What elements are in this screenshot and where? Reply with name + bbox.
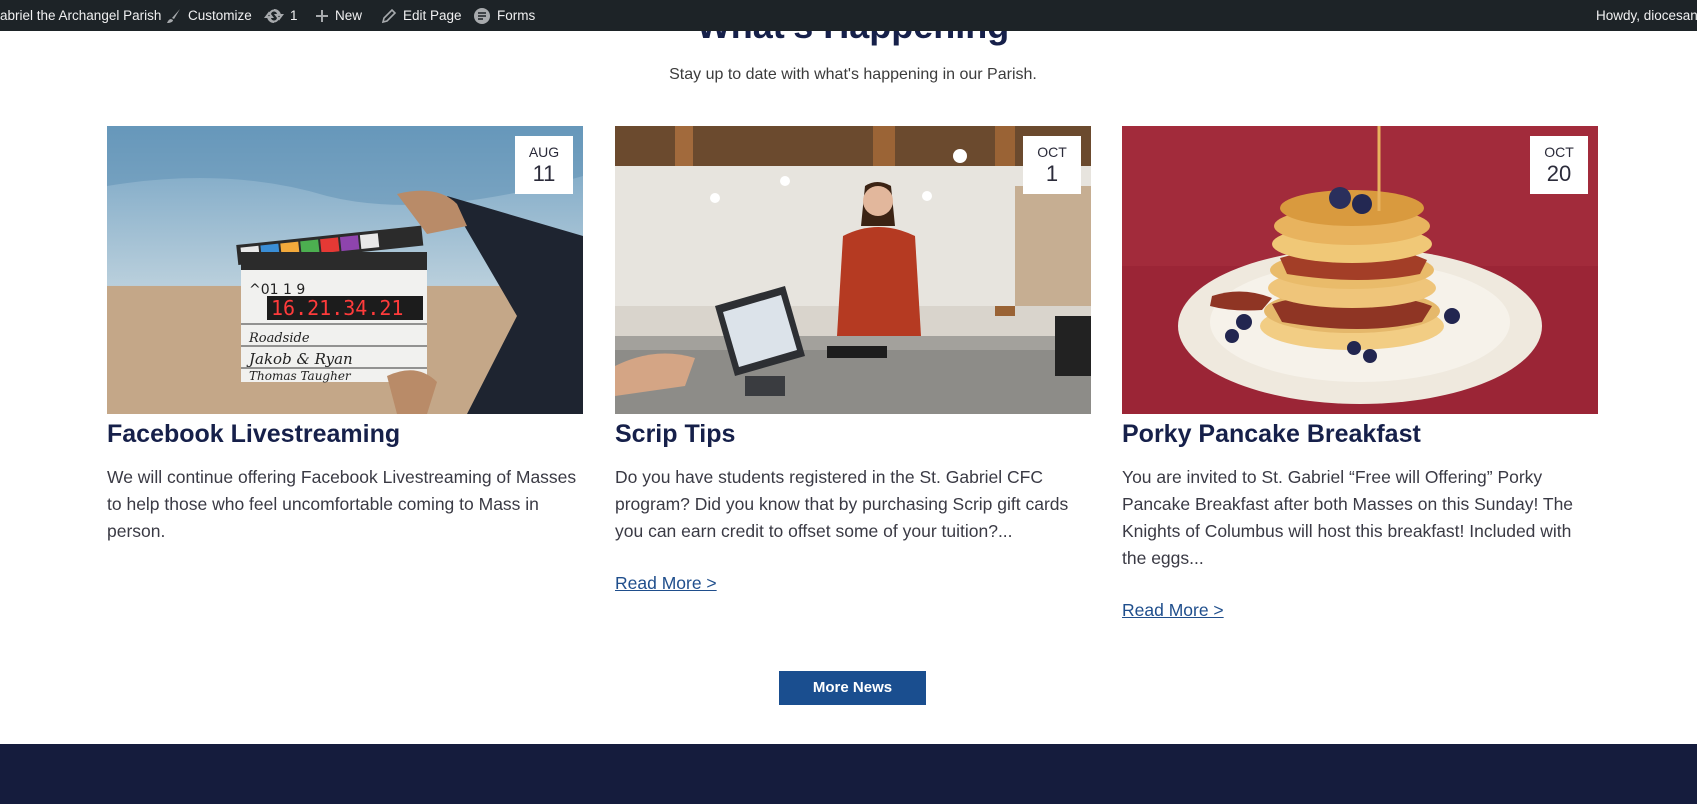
card-title[interactable]: Facebook Livestreaming: [107, 418, 583, 450]
customize-link[interactable]: Customize: [166, 0, 252, 31]
news-card: OCT 20 Porky Pancake Breakfast You are i…: [1122, 126, 1598, 621]
card-excerpt: We will continue offering Facebook Lives…: [107, 467, 577, 541]
howdy-label: Howdy, diocesan-: [1596, 8, 1697, 23]
clapperboard-image[interactable]: 16.21.34.21 ^01 1 9 Roadside Jakob & Rya…: [107, 126, 583, 414]
forms-icon: [473, 7, 491, 25]
updates-link[interactable]: 1: [264, 0, 298, 31]
my-account-link[interactable]: Howdy, diocesan-: [1596, 0, 1697, 31]
section-subtitle: Stay up to date with what's happening in…: [669, 66, 1037, 83]
svg-text:^01 1 9: ^01 1 9: [249, 282, 305, 298]
site-name-link[interactable]: abriel the Archangel Parish: [0, 0, 161, 31]
card-title[interactable]: Porky Pancake Breakfast: [1122, 418, 1598, 450]
card-excerpt: Do you have students registered in the S…: [615, 467, 1069, 541]
svg-text:Thomas Taugher: Thomas Taugher: [249, 369, 352, 383]
site-footer: [0, 744, 1697, 804]
date-day: 1: [1045, 161, 1059, 186]
pancake-image[interactable]: OCT 20: [1122, 126, 1598, 414]
admin-bar: abriel the Archangel Parish Customize 1 …: [0, 0, 1697, 31]
new-label: New: [335, 8, 363, 23]
date-month: OCT: [1544, 144, 1574, 160]
plus-icon: [315, 9, 329, 23]
card-excerpt: You are invited to St. Gabriel “Free wil…: [1122, 467, 1574, 568]
forms-link[interactable]: Forms: [473, 0, 535, 31]
svg-text:16.21.34.21: 16.21.34.21: [271, 296, 403, 320]
more-news-button[interactable]: More News: [779, 671, 926, 705]
updates-count: 1: [290, 8, 298, 23]
brush-icon: [166, 8, 182, 24]
new-content-link[interactable]: New: [315, 0, 362, 31]
date-day: 11: [532, 161, 556, 186]
svg-text:Roadside: Roadside: [248, 331, 310, 346]
svg-text:Jakob & Ryan: Jakob & Ryan: [246, 350, 353, 368]
cafe-checkout-image[interactable]: OCT 1: [615, 126, 1091, 414]
date-badge: OCT 20: [1530, 136, 1588, 194]
date-badge: OCT 1: [1023, 136, 1081, 194]
date-month: AUG: [528, 144, 560, 160]
news-card: 16.21.34.21 ^01 1 9 Roadside Jakob & Rya…: [107, 126, 583, 545]
customize-label: Customize: [188, 8, 252, 23]
date-badge: AUG 11: [515, 136, 573, 194]
edit-page-label: Edit Page: [403, 8, 462, 23]
edit-page-link[interactable]: Edit Page: [381, 0, 462, 31]
card-title[interactable]: Scrip Tips: [615, 418, 1091, 450]
forms-label: Forms: [497, 8, 536, 23]
read-more-link[interactable]: Read More >: [1122, 600, 1224, 621]
date-month: OCT: [1037, 144, 1067, 160]
read-more-link[interactable]: Read More >: [615, 573, 717, 594]
news-card: OCT 1 Scrip Tips Do you have students re…: [615, 126, 1091, 594]
date-day: 20: [1546, 161, 1572, 186]
updates-icon: [264, 8, 284, 24]
site-name-label: abriel the Archangel Parish: [0, 8, 162, 23]
pencil-icon: [381, 8, 397, 24]
